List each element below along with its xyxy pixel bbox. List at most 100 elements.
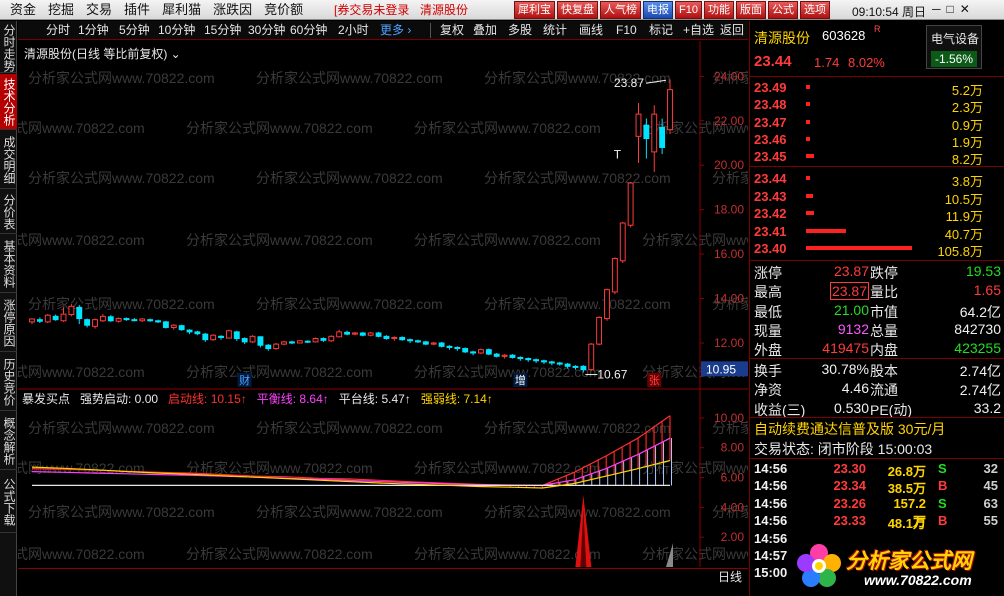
chart-panel[interactable]: 分析家公式网www.70822.com 分析家公式网www.70822.com 分析… [18,41,748,584]
ob-volume-bar [806,154,815,159]
quick-button[interactable]: 快复盘 [557,1,598,19]
close-icon[interactable]: ✕ [960,2,970,16]
sector-box[interactable]: 电气设备 -1.56% [926,25,982,69]
left-tab[interactable]: 涨停原因 [0,294,17,352]
tick-volume: 38.5万 [887,481,926,497]
ask-row[interactable]: 23.45 8.2万 [750,148,1004,167]
menu-current-stock[interactable]: 清源股份 [420,3,468,17]
indicator-legend-item: 强势启动: 0.00 [80,392,159,406]
candle-up [210,334,217,341]
stat-value: 2.74亿 [959,382,1001,399]
tick-row: 14:56 23.33 48.1万 B 55 [750,513,1004,531]
tick-price: 23.34 [833,478,866,494]
quick-button[interactable]: 公式 [767,1,798,19]
quick-button[interactable]: F10 [675,1,702,19]
chart-toolbar: 分时 1分钟 5分钟 10分钟 15分钟 30分钟 60分钟 2小时 更多 › 复权 叠加 多股 统计画… [18,21,748,40]
period-tab[interactable]: 15分钟 [204,23,241,38]
menu-item[interactable]: 资金 [4,2,42,18]
bid-row[interactable]: 23.41 40.7万 [750,223,1004,242]
candle-up [367,332,374,336]
ob-volume-bar [806,119,810,124]
watermark-text: 分析家公式网www.70822.com [484,420,671,436]
quick-button[interactable]: 版面 [735,1,766,19]
ob-volume-bar [806,246,912,251]
tick-time: 15:00 [754,565,788,581]
more-periods-button[interactable]: 更多 › [380,23,411,38]
minimize-icon[interactable]: ─ [932,2,941,16]
toolbar-button[interactable]: 返回 [720,23,744,38]
toolbar-button[interactable]: 标记 [649,23,673,38]
chart-title[interactable]: 清源股份(日线 等比前复权) ⌄ [24,45,181,62]
t-mark: T [614,148,622,162]
left-tab[interactable]: 基本资料 [0,235,17,293]
ask-row[interactable]: 23.48 2.3万 [750,96,1004,115]
menu-item[interactable]: 竞价额 [258,2,309,18]
indicator-legend-item: 强弱线: 7.14↑ [420,392,493,406]
toolbar-button[interactable]: 叠加 [473,23,497,38]
candle-down [446,345,453,348]
quick-button[interactable]: 电报 [643,1,673,19]
ask-row[interactable]: 23.46 1.9万 [750,131,1004,150]
period-tab[interactable]: 30分钟 [248,23,285,38]
toolbar-button[interactable]: 统计 [543,23,567,38]
period-label[interactable]: 日线 [712,568,748,584]
toolbar-button[interactable]: 画线 [579,23,603,38]
toolbar-button[interactable]: +自选 [683,23,714,38]
bid-row[interactable]: 23.44 3.8万 [750,170,1004,189]
menu-item[interactable]: 交易 [80,2,118,18]
stat-value: 23.87 [829,282,869,301]
candle-up [170,324,177,328]
event-marker: 增 [515,373,526,387]
broker-login-warning[interactable]: [券交易未登录 [334,3,409,17]
tick-volume: 48.1万 [887,516,926,532]
menu-item[interactable]: 插件 [118,2,156,18]
stat-label: 市值 [870,303,898,320]
tick-time: 14:56 [754,513,788,529]
quick-button[interactable]: 功能 [703,1,734,19]
period-tab[interactable]: 5分钟 [119,23,150,38]
period-tab[interactable]: 分时 [46,23,70,38]
candle-up [29,318,35,323]
candle-down [517,356,524,360]
promo-banner[interactable]: 自动续费通达信普及版 30元/月 [754,419,945,439]
quick-button[interactable]: 人气榜 [600,1,641,19]
stat-row: 现量 9132 总量 842730 [750,321,1004,340]
toolbar-button[interactable]: 多股 [508,23,532,38]
left-tab[interactable]: 成交明细 [0,131,17,189]
left-tab[interactable]: 概念解析 [0,412,17,470]
stat-label: 涨停 [754,265,782,281]
bid-row[interactable]: 23.43 10.5万 [750,188,1004,207]
toolbar-button[interactable]: F10 [616,23,637,38]
ob-price: 23.41 [754,223,787,239]
kline-chart[interactable]: 分析家公式网www.70822.com 分析家公式网www.70822.com 分析… [18,41,748,584]
ob-volume-bar [806,193,814,198]
maximize-icon[interactable]: □ [947,2,954,16]
menu-item[interactable]: 涨跌因 [207,2,258,18]
candle-down [556,362,563,365]
left-tab[interactable]: 分价表 [0,190,17,234]
left-tab[interactable]: 技术分析 [0,74,17,130]
stat-label: 最高 [754,284,782,301]
candle-down [241,338,248,343]
menu-item[interactable]: 挖掘 [42,2,80,18]
left-tab[interactable]: 公式下载 [0,471,17,533]
ask-row[interactable]: 23.47 0.9万 [750,114,1004,133]
quick-button[interactable]: 选项 [799,1,830,19]
toolbar-button[interactable]: 复权 [440,23,464,38]
period-tab[interactable]: 10分钟 [158,23,195,38]
period-tab[interactable]: 2小时 [338,23,369,38]
indicator-name[interactable]: 暴发买点 [22,390,70,407]
quick-button[interactable]: 犀利宝 [514,1,555,19]
left-tab[interactable]: 分时走势 [0,23,17,73]
candle-down [462,348,469,353]
bid-row[interactable]: 23.42 11.9万 [750,205,1004,224]
bid-row[interactable]: 23.40 105.8万 [750,240,1004,259]
period-tab[interactable]: 1分钟 [78,23,109,38]
event-marker: 财 [239,373,250,387]
period-tab[interactable]: 60分钟 [290,23,327,38]
ask-row[interactable]: 23.49 5.2万 [750,79,1004,98]
tick-price: 23.26 [833,495,866,511]
left-tab[interactable]: 历史竞价 [0,353,17,411]
y-tick-label: 24.00 [714,69,744,83]
menu-item[interactable]: 犀利猫 [156,2,207,18]
